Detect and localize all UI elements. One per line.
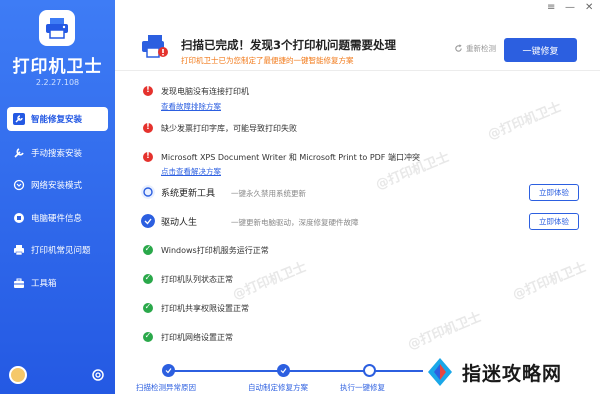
sidebar-item-label: 打印机常见问题 xyxy=(31,246,91,256)
try-now-button[interactable]: 立即体验 xyxy=(529,184,579,201)
sidebar-item-label: 网络安装模式 xyxy=(31,181,83,191)
status-ok-text: 打印机网络设置正常 xyxy=(161,333,233,342)
app-logo xyxy=(39,10,75,46)
step-pending-icon xyxy=(363,364,376,377)
avatar[interactable] xyxy=(9,366,27,384)
wrench-icon xyxy=(13,113,25,125)
app-title: 打印机卫士 xyxy=(12,57,103,77)
menu-icon[interactable]: ≡ xyxy=(547,2,555,13)
check-icon: ✓ xyxy=(143,244,153,255)
tool-description: 一键永久禁用系统更新 xyxy=(231,189,306,198)
brand-logo-icon xyxy=(428,358,452,386)
sidebar-item-manual-search[interactable]: 手动搜索安装 xyxy=(7,141,108,165)
sidebar-item-printer-faq[interactable]: 打印机常见问题 xyxy=(7,238,108,262)
issue-text: Microsoft XPS Document Writer 和 Microsof… xyxy=(161,153,420,162)
watermark: @打印机卫士 xyxy=(510,259,589,303)
brand-text: 指迷攻略网 xyxy=(462,362,563,385)
scan-result-subtitle: 打印机卫士已为您制定了最便捷的一键智能修复方案 xyxy=(181,56,354,65)
error-icon: ! xyxy=(143,151,153,162)
one-click-fix-button[interactable]: 一键修复 xyxy=(504,38,577,62)
sidebar-item-label: 电脑硬件信息 xyxy=(31,213,83,224)
minimize-icon[interactable]: — xyxy=(565,2,575,13)
hardware-icon xyxy=(13,212,25,224)
step-connector xyxy=(168,370,423,372)
app-version: 2.2.27.108 xyxy=(35,78,80,87)
step-done-icon xyxy=(277,364,290,377)
close-icon[interactable]: ✕ xyxy=(585,2,593,13)
sidebar-item-label: 工具箱 xyxy=(31,278,57,289)
tool-name: 系统更新工具 xyxy=(161,189,216,199)
watermark: @打印机卫士 xyxy=(230,259,309,303)
toolbox-icon xyxy=(13,277,25,289)
tool-description: 一键更新电脑驱动，深度修复硬件故障 xyxy=(231,218,359,227)
step-label: 自动制定修复方案 xyxy=(248,383,308,392)
sidebar-item-hardware-info[interactable]: 电脑硬件信息 xyxy=(7,206,108,230)
sidebar-item-network-install[interactable]: 网络安装模式 xyxy=(7,173,108,197)
scan-result-title: 扫描已完成！发现3个打印机问题需要处理 xyxy=(181,38,396,52)
system-update-tool-icon xyxy=(141,185,155,199)
step-label: 执行一键修复 xyxy=(340,383,385,392)
site-brand-watermark: 指迷攻略网 xyxy=(424,350,600,394)
check-icon: ✓ xyxy=(143,302,153,313)
sidebar-item-label: 智能修复安装 xyxy=(31,115,83,125)
header-divider xyxy=(115,70,600,71)
sidebar-item-label: 手动搜索安装 xyxy=(31,148,83,159)
status-ok-text: Windows打印机服务运行正常 xyxy=(161,246,269,255)
sidebar-nav: 智能修复安装 手动搜索安装 网络安装模式 电脑硬件信息 打印机常见问题 工具箱 xyxy=(7,107,108,303)
watermark: @打印机卫士 xyxy=(405,309,484,353)
issue-solution-link[interactable]: 查看故障排除方案 xyxy=(161,101,221,112)
network-icon xyxy=(13,179,25,191)
main-panel: ≡ — ✕ 扫描已完成！发现3个打印机问题需要处理 打印机卫士已为您制定了最便捷… xyxy=(115,0,600,394)
status-ok-text: 打印机队列状态正常 xyxy=(161,275,233,284)
refresh-icon xyxy=(455,44,462,52)
printer-icon xyxy=(13,244,25,256)
issue-text: 发现电脑没有连接打印机 xyxy=(161,87,249,96)
step-label: 扫描检测异常原因 xyxy=(136,383,196,392)
error-icon: ! xyxy=(143,85,153,96)
check-icon: ✓ xyxy=(143,273,153,284)
driver-life-icon xyxy=(141,214,155,228)
error-icon: ! xyxy=(143,122,153,133)
rescan-label: 重新检测 xyxy=(466,44,496,53)
step-done-icon xyxy=(162,364,175,377)
rescan-button[interactable]: 重新检测 xyxy=(454,43,496,54)
gear-icon[interactable] xyxy=(90,367,106,383)
try-now-button[interactable]: 立即体验 xyxy=(529,213,579,230)
status-ok-text: 打印机共享权限设置正常 xyxy=(161,304,249,313)
tools-icon xyxy=(13,147,25,159)
printer-logo-icon xyxy=(46,18,68,39)
scan-result-printer-icon xyxy=(142,35,168,58)
watermark: @打印机卫士 xyxy=(485,99,564,143)
tool-name: 驱动人生 xyxy=(161,218,198,228)
issue-text: 缺少发票打印字库，可能导致打印失败 xyxy=(161,124,297,133)
check-icon: ✓ xyxy=(143,331,153,342)
sidebar-item-toolbox[interactable]: 工具箱 xyxy=(7,271,108,295)
sidebar: 打印机卫士 2.2.27.108 智能修复安装 手动搜索安装 网络安装模式 电脑… xyxy=(0,0,115,394)
issue-solution-link[interactable]: 点击查看解决方案 xyxy=(161,166,221,177)
sidebar-item-smart-repair[interactable]: 智能修复安装 xyxy=(7,107,108,131)
